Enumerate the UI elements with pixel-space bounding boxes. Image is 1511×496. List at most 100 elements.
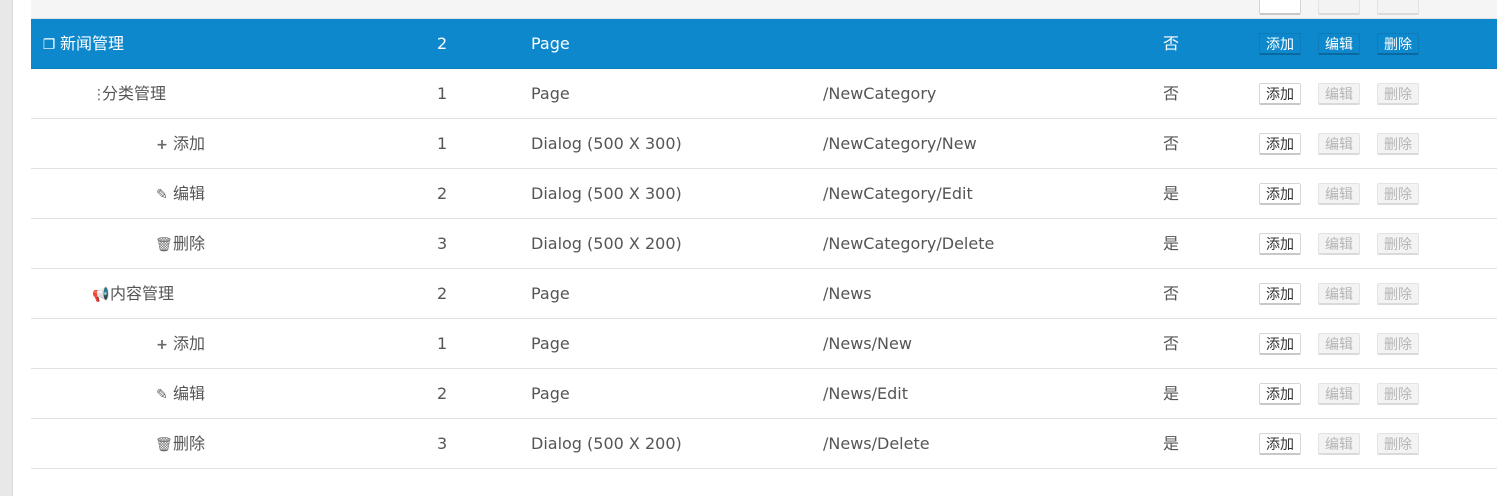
table-row-category-delete[interactable]: 🗑删除 3 Dialog (500 X 200) /NewCategory/De… [31, 219, 1497, 269]
url-cell: /NewCategory/New [823, 134, 977, 153]
table-row-partial [31, 0, 1497, 19]
add-button[interactable]: 添加 [1259, 232, 1301, 255]
hidden-cell: 是 [1163, 234, 1180, 253]
edit-button[interactable]: 编辑 [1318, 382, 1360, 405]
table-row-news-management[interactable]: ❐ 新闻管理 2 Page 否 添加 编辑 删除 [31, 19, 1497, 69]
delete-button[interactable]: 删除 [1377, 182, 1419, 205]
menu-name: 删除 [173, 234, 206, 253]
pencil-icon: ✎ [156, 187, 168, 203]
url-cell: /NewCategory/Edit [823, 184, 973, 203]
menu-name: 删除 [173, 434, 206, 453]
edit-button[interactable]: 编辑 [1318, 232, 1360, 255]
type-cell: Page [531, 384, 570, 403]
table-row-news-edit[interactable]: ✎ 编辑 2 Page /News/Edit 是 添加 编辑 删除 [31, 369, 1497, 419]
order-cell: 2 [437, 284, 448, 303]
add-button[interactable]: 添加 [1259, 32, 1301, 55]
add-button[interactable]: 添加 [1259, 182, 1301, 205]
menu-name: 添加 [173, 134, 206, 153]
row-operations: 添加 编辑 删除 [1259, 169, 1419, 218]
edit-button[interactable]: 编辑 [1318, 432, 1360, 455]
add-button[interactable]: 添加 [1259, 382, 1301, 405]
table-row-category-add[interactable]: + 添加 1 Dialog (500 X 300) /NewCategory/Ne… [31, 119, 1497, 169]
type-cell: Dialog (500 X 200) [531, 234, 682, 253]
edit-button[interactable]: 编辑 [1318, 282, 1360, 305]
delete-button[interactable]: 删除 [1377, 332, 1419, 355]
menu-name-cell: ✎ 编辑 [31, 169, 205, 218]
order-cell: 2 [437, 34, 448, 53]
add-button[interactable]: 添加 [1259, 132, 1301, 155]
hidden-cell: 是 [1163, 184, 1180, 203]
row-operations: 添加 编辑 删除 [1259, 369, 1419, 418]
delete-button[interactable]: 删除 [1377, 232, 1419, 255]
type-cell: Page [531, 34, 570, 53]
add-button[interactable] [1259, 0, 1301, 15]
menu-name-cell: 📢内容管理 [31, 269, 174, 318]
menu-name-cell: ✎ 编辑 [31, 369, 205, 418]
row-operations: 添加 编辑 删除 [1259, 219, 1419, 268]
order-cell: 1 [437, 334, 448, 353]
left-gutter [0, 0, 13, 496]
hidden-cell: 是 [1163, 384, 1180, 403]
menu-name-cell: 🗑删除 [31, 419, 205, 468]
menu-name: 分类管理 [102, 84, 167, 103]
trash-icon: 🗑 [155, 437, 173, 453]
delete-button[interactable]: 删除 [1377, 382, 1419, 405]
type-cell: Page [531, 84, 570, 103]
delete-button[interactable]: 删除 [1377, 432, 1419, 455]
table-row-category-management[interactable]: ⋮分类管理 1 Page /NewCategory 否 添加 编辑 删除 [31, 69, 1497, 119]
order-cell: 1 [437, 84, 448, 103]
menu-name-cell: ❐ 新闻管理 [31, 19, 124, 68]
menu-name-cell: ⋮分类管理 [31, 69, 166, 118]
row-operations [1259, 0, 1419, 18]
edit-button[interactable]: 编辑 [1318, 32, 1360, 55]
edit-button[interactable]: 编辑 [1318, 132, 1360, 155]
trash-icon: 🗑 [155, 237, 173, 253]
hidden-cell: 是 [1163, 434, 1180, 453]
table-row-category-edit[interactable]: ✎ 编辑 2 Dialog (500 X 300) /NewCategory/Ed… [31, 169, 1497, 219]
menu-name: 添加 [173, 334, 206, 353]
add-button[interactable]: 添加 [1259, 82, 1301, 105]
menu-name: 内容管理 [110, 284, 175, 303]
bookmark-icon: ❐ [42, 37, 56, 53]
edit-button[interactable] [1318, 0, 1360, 15]
hidden-cell: 否 [1163, 84, 1180, 103]
table-row-news-add[interactable]: + 添加 1 Page /News/New 否 添加 编辑 删除 [31, 319, 1497, 369]
url-cell: /NewCategory [823, 84, 937, 103]
table-row-content-management[interactable]: 📢内容管理 2 Page /News 否 添加 编辑 删除 [31, 269, 1497, 319]
menu-name-cell: 🗑删除 [31, 219, 205, 268]
url-cell: /News/New [823, 334, 912, 353]
order-cell: 2 [437, 384, 448, 403]
delete-button[interactable]: 删除 [1377, 32, 1419, 55]
url-cell: /News/Delete [823, 434, 930, 453]
add-button[interactable]: 添加 [1259, 432, 1301, 455]
row-operations: 添加 编辑 删除 [1259, 419, 1419, 468]
url-cell: /News/Edit [823, 384, 908, 403]
row-operations: 添加 编辑 删除 [1259, 269, 1419, 318]
type-cell: Dialog (500 X 300) [531, 184, 682, 203]
add-button[interactable]: 添加 [1259, 282, 1301, 305]
order-cell: 2 [437, 184, 448, 203]
edit-button[interactable]: 编辑 [1318, 182, 1360, 205]
type-cell: Page [531, 334, 570, 353]
delete-button[interactable]: 删除 [1377, 82, 1419, 105]
plus-icon: + [156, 337, 168, 353]
delete-button[interactable]: 删除 [1377, 282, 1419, 305]
menu-name: 新闻管理 [60, 34, 125, 53]
row-operations: 添加 编辑 删除 [1259, 119, 1419, 168]
add-button[interactable]: 添加 [1259, 332, 1301, 355]
delete-button[interactable]: 删除 [1377, 132, 1419, 155]
type-cell: Dialog (500 X 300) [531, 134, 682, 153]
order-cell: 3 [437, 434, 448, 453]
table-row-news-delete[interactable]: 🗑删除 3 Dialog (500 X 200) /News/Delete 是 … [31, 419, 1497, 469]
delete-button[interactable] [1377, 0, 1419, 15]
menu-name-cell: + 添加 [31, 119, 205, 168]
edit-button[interactable]: 编辑 [1318, 82, 1360, 105]
order-cell: 1 [437, 134, 448, 153]
hidden-cell: 否 [1163, 134, 1180, 153]
hidden-cell: 否 [1163, 284, 1180, 303]
menu-name-cell: + 添加 [31, 319, 205, 368]
menu-tree-table: ❐ 新闻管理 2 Page 否 添加 编辑 删除 ⋮分类管理 1 Page /Ne… [31, 0, 1497, 469]
edit-button[interactable]: 编辑 [1318, 332, 1360, 355]
menu-name: 编辑 [173, 384, 206, 403]
url-cell: /News [823, 284, 872, 303]
